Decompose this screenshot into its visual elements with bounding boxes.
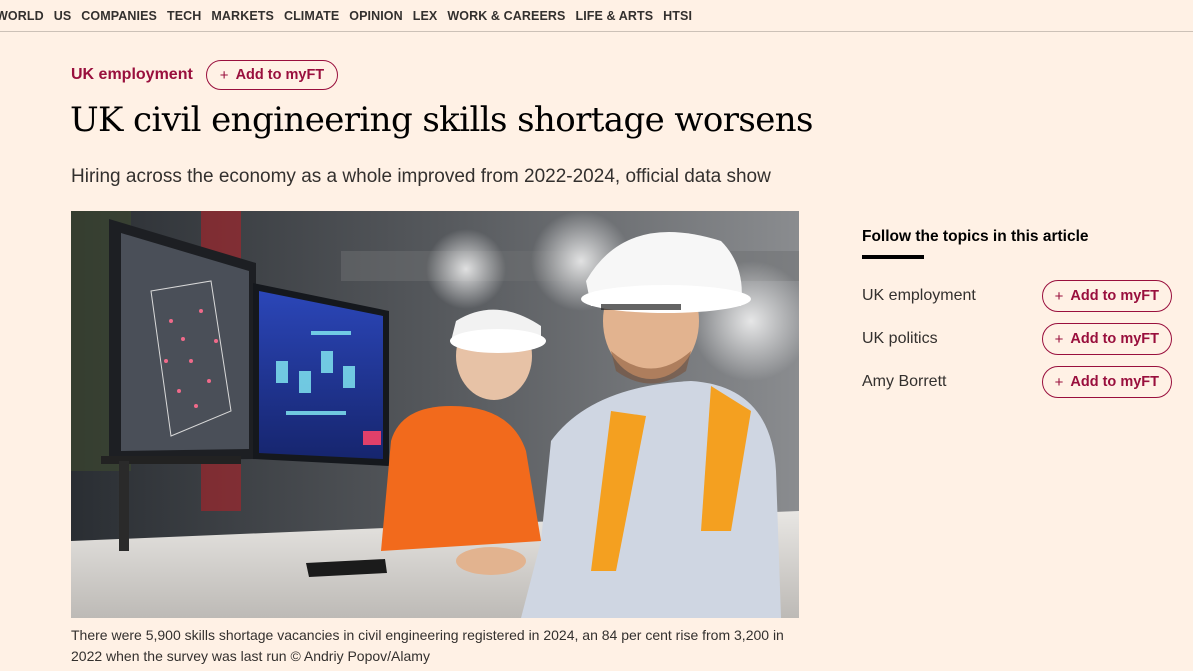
follow-title-underline [862,255,924,259]
nav-link-opinion[interactable]: OPINION [349,9,402,23]
add-to-myft-button[interactable]: + Add to myFT [205,60,339,90]
nav-link-world[interactable]: WORLD [0,9,44,23]
add-to-myft-button[interactable]: + Add to myFT [1041,323,1172,355]
plus-icon: + [1054,373,1064,391]
add-to-myft-button[interactable]: + Add to myFT [1041,280,1172,312]
add-to-myft-label: Add to myFT [1070,288,1159,304]
article-headline: UK civil engineering skills shortage wor… [70,100,814,140]
follow-item-amy-borrett: Amy Borrett + Add to myFT [862,365,1172,399]
follow-item-name[interactable]: UK politics [862,330,938,348]
add-to-myft-label: Add to myFT [235,67,325,83]
follow-item-name[interactable]: UK employment [862,287,976,305]
plus-icon: + [1054,287,1064,305]
follow-topics-title: Follow the topics in this article [862,228,1089,245]
topic-link[interactable]: UK employment [71,66,193,84]
add-to-myft-label: Add to myFT [1070,331,1159,347]
nav-link-markets[interactable]: MARKETS [211,9,274,23]
article-topic-row: UK employment + Add to myFT [71,60,339,90]
add-to-myft-button[interactable]: + Add to myFT [1041,366,1172,398]
follow-item-uk-employment: UK employment + Add to myFT [862,279,1172,313]
article-standfirst: Hiring across the economy as a whole imp… [71,166,771,187]
plus-icon: + [219,66,229,84]
nav-link-lex[interactable]: LEX [413,9,438,23]
top-navigation: WORLD US COMPANIES TECH MARKETS CLIMATE … [0,0,1193,32]
nav-link-htsi[interactable]: HTSI [663,9,692,23]
nav-link-companies[interactable]: COMPANIES [81,9,157,23]
follow-topics-panel: Follow the topics in this article UK emp… [862,228,1172,398]
follow-item-uk-politics: UK politics + Add to myFT [862,322,1172,356]
plus-icon: + [1054,330,1064,348]
follow-item-name[interactable]: Amy Borrett [862,373,946,391]
nav-link-climate[interactable]: CLIMATE [284,9,339,23]
engineers-photo-illustration [71,211,799,618]
article-hero-image [71,211,799,618]
add-to-myft-label: Add to myFT [1070,374,1159,390]
nav-link-life-arts[interactable]: LIFE & ARTS [575,9,653,23]
nav-link-work-careers[interactable]: WORK & CAREERS [447,9,565,23]
nav-link-tech[interactable]: TECH [167,9,201,23]
image-caption: There were 5,900 skills shortage vacanci… [71,627,784,664]
nav-link-us[interactable]: US [54,9,72,23]
